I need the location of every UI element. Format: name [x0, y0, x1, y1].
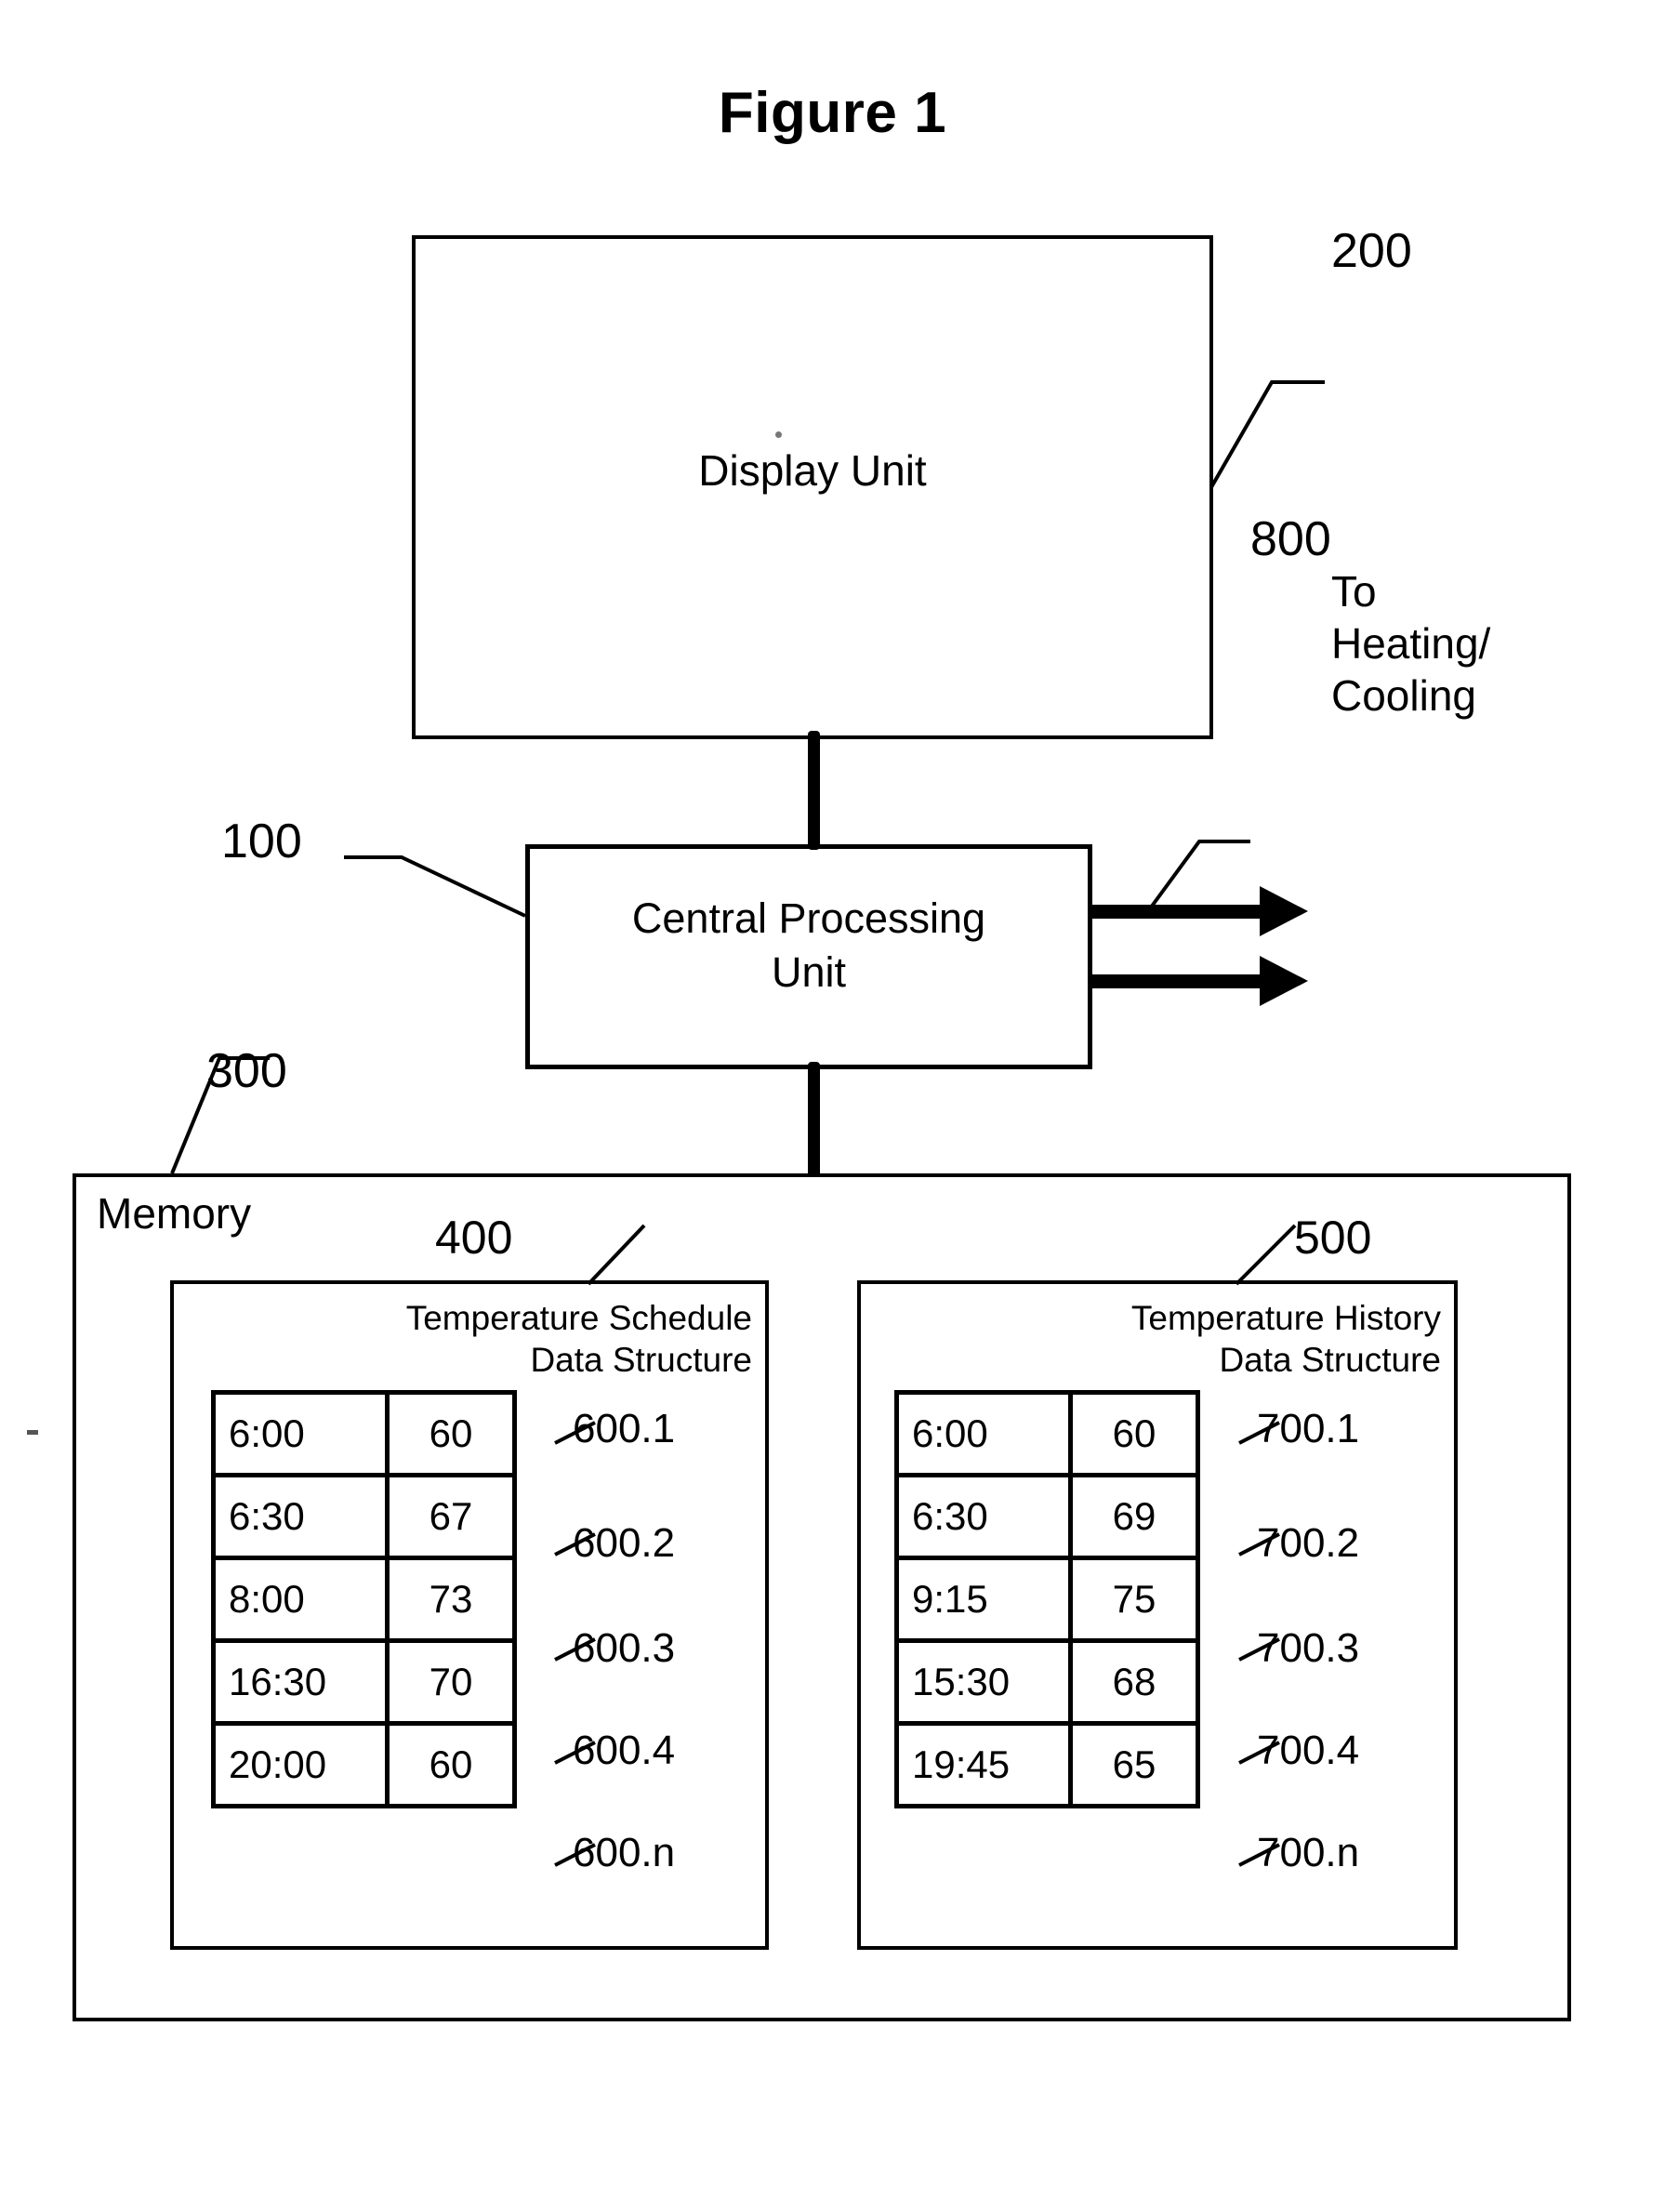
heating-arrow-shaft-1	[1090, 905, 1263, 919]
history-time-cell: 9:15	[894, 1556, 1073, 1643]
schedule-temp-cell: 73	[385, 1556, 517, 1643]
history-time-cell: 6:30	[894, 1473, 1073, 1560]
table-row: 16:30 70	[211, 1638, 517, 1726]
schedule-time-cell: 6:30	[211, 1473, 390, 1560]
history-temp-cell: 60	[1068, 1390, 1200, 1477]
history-temp-cell: 65	[1068, 1721, 1200, 1808]
cpu-block: Central Processing Unit	[525, 844, 1092, 1069]
schedule-temp-cell: 67	[385, 1473, 517, 1560]
leader-line-100	[344, 855, 526, 918]
history-time-cell: 19:45	[894, 1721, 1073, 1808]
history-temp-cell: 75	[1068, 1556, 1200, 1643]
history-temp-cell: 69	[1068, 1473, 1200, 1560]
to-heating-cooling-label: To Heating/ Cooling	[1331, 567, 1491, 721]
schedule-table: 6:00 60 6:30 67 8:00 73 16:30 70 20:00 6…	[211, 1390, 517, 1808]
cooling-arrow-shaft-2	[1090, 974, 1263, 988]
display-unit-label: Display Unit	[698, 446, 927, 495]
table-row: 15:30 68	[894, 1638, 1200, 1726]
schedule-row-ref: 600.4	[573, 1728, 676, 1773]
display-unit-block: Display Unit	[412, 235, 1213, 739]
table-row: 6:00 60	[894, 1390, 1200, 1477]
scan-speck	[27, 1430, 38, 1435]
history-row-ref: 700.4	[1257, 1728, 1360, 1773]
scan-speck	[775, 431, 782, 438]
cooling-arrow-head-2	[1260, 956, 1308, 1006]
leader-line-200	[1209, 380, 1325, 488]
history-time-cell: 6:00	[894, 1390, 1073, 1477]
callout-300: 300	[206, 1044, 287, 1098]
history-row-ref: 700.n	[1257, 1830, 1360, 1875]
schedule-row-ref: 600.3	[573, 1625, 676, 1671]
schedule-row-ref: 600.1	[573, 1406, 676, 1451]
history-structure-title: Temperature History Data Structure	[1130, 1299, 1441, 1380]
history-row-ref: 700.2	[1257, 1520, 1360, 1566]
table-row: 20:00 60	[211, 1721, 517, 1808]
callout-400: 400	[435, 1212, 513, 1264]
history-table: 6:00 60 6:30 69 9:15 75 15:30 68 19:45 6…	[894, 1390, 1200, 1808]
table-row: 6:00 60	[211, 1390, 517, 1477]
table-row: 6:30 67	[211, 1473, 517, 1560]
page-title: Figure 1	[718, 81, 947, 145]
schedule-row-ref: 600.n	[573, 1830, 676, 1875]
connector-display-to-cpu	[808, 731, 820, 850]
schedule-time-cell: 20:00	[211, 1721, 390, 1808]
schedule-temp-cell: 60	[385, 1390, 517, 1477]
table-row: 6:30 69	[894, 1473, 1200, 1560]
heating-arrow-head-1	[1260, 886, 1308, 936]
schedule-temp-cell: 70	[385, 1638, 517, 1726]
schedule-structure-title: Temperature Schedule Data Structure	[405, 1299, 752, 1380]
callout-100: 100	[221, 815, 302, 868]
history-temp-cell: 68	[1068, 1638, 1200, 1726]
callout-500: 500	[1294, 1212, 1372, 1264]
schedule-time-cell: 6:00	[211, 1390, 390, 1477]
memory-label: Memory	[97, 1189, 252, 1238]
schedule-row-ref: 600.2	[573, 1520, 676, 1566]
cpu-label: Central Processing Unit	[631, 894, 986, 996]
schedule-time-cell: 8:00	[211, 1556, 390, 1643]
callout-200: 200	[1331, 224, 1412, 278]
callout-800: 800	[1250, 512, 1331, 566]
history-time-cell: 15:30	[894, 1638, 1073, 1726]
schedule-temp-cell: 60	[385, 1721, 517, 1808]
table-row: 8:00 73	[211, 1556, 517, 1643]
schedule-time-cell: 16:30	[211, 1638, 390, 1726]
table-row: 9:15 75	[894, 1556, 1200, 1643]
leader-line-800	[1146, 840, 1250, 913]
history-row-ref: 700.1	[1257, 1406, 1360, 1451]
connector-cpu-to-memory	[808, 1062, 820, 1181]
table-row: 19:45 65	[894, 1721, 1200, 1808]
history-row-ref: 700.3	[1257, 1625, 1360, 1671]
patent-figure-page: Figure 1 Display Unit 200 Central Proces…	[0, 0, 1665, 2212]
